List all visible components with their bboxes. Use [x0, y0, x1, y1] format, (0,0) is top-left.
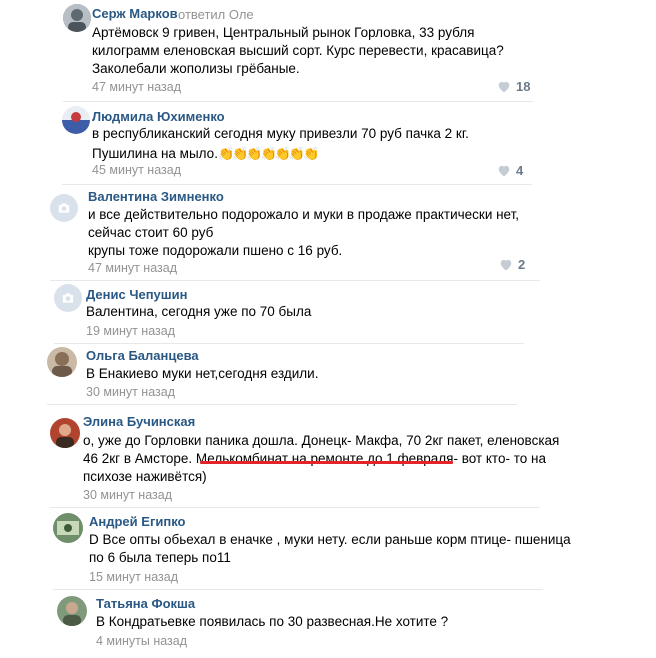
comment-separator [53, 589, 543, 590]
comment-text-line: Заколебали жополизы грёбаные. [92, 61, 300, 76]
comment-text-line: о, уже до Горловки паника дошла. Донецк-… [83, 433, 560, 448]
comment-text-line: в республиканский сегодня муку привезли … [92, 126, 469, 141]
comment-text-line: Пушилина на мыло.👏👏👏👏👏👏👏 [92, 145, 319, 163]
heart-icon [498, 81, 510, 93]
avatar[interactable] [50, 418, 80, 448]
comment-separator [50, 280, 540, 281]
comment-text-line: сейчас стоит 60 руб [88, 225, 214, 240]
like-button[interactable]: 4 [497, 163, 523, 178]
comment-author[interactable]: Элина Бучинская [83, 414, 195, 429]
comment-text-line: D Все опты обьехал в еначке , муки нету.… [89, 532, 571, 547]
comment-author[interactable]: Серж Марков [92, 6, 178, 21]
comment-timestamp[interactable]: 47 минут назад [92, 80, 181, 94]
user-photo-icon [47, 347, 77, 377]
comment-author[interactable]: Андрей Египко [89, 514, 185, 529]
avatar[interactable] [63, 4, 91, 32]
reply-to-label[interactable]: ответил Оле [178, 7, 254, 22]
comment-timestamp[interactable]: 30 минут назад [86, 385, 175, 399]
comment-separator [62, 184, 532, 185]
like-button[interactable]: 2 [499, 257, 525, 272]
avatar[interactable] [53, 513, 83, 543]
comment-author[interactable]: Татьяна Фокша [96, 596, 195, 611]
comment-text-line: психозе наживётся) [83, 469, 207, 484]
comment-timestamp[interactable]: 45 минут назад [92, 163, 181, 177]
like-count: 4 [516, 163, 524, 178]
clapping-hands-emoji: 👏👏👏👏👏👏👏 [217, 146, 319, 161]
comment-author[interactable]: Денис Чепушин [86, 287, 187, 302]
comment-text-line: по 6 была теперь по11 [89, 550, 231, 565]
camera-icon [58, 203, 70, 213]
comment-text-line: В Енакиево муки нет,сегодня ездили. [86, 366, 319, 381]
avatar[interactable] [50, 194, 78, 222]
heart-icon [498, 165, 510, 177]
comment-timestamp[interactable]: 30 минут назад [83, 488, 172, 502]
user-photo-icon [63, 4, 91, 32]
comment-timestamp[interactable]: 4 минуты назад [96, 634, 187, 648]
like-count: 18 [516, 79, 531, 94]
comment-author[interactable]: Людмила Юхименко [92, 109, 225, 124]
comment-timestamp[interactable]: 15 минут назад [89, 570, 178, 584]
comment-separator [63, 101, 533, 102]
user-photo-icon [57, 596, 87, 626]
comment-timestamp[interactable]: 47 минут назад [88, 261, 177, 275]
avatar[interactable] [57, 596, 87, 626]
comment-text-line: 46 2кг в Амсторе. Мелькомбинат на ремонт… [83, 451, 546, 466]
like-count: 2 [518, 257, 526, 272]
comment-text: Пушилина на мыло. [92, 146, 218, 161]
heart-icon [500, 259, 512, 271]
avatar[interactable] [47, 347, 77, 377]
comment-text-line: килограмм еленовская высший сорт. Курс п… [92, 43, 504, 58]
comment-separator [50, 507, 540, 508]
like-button[interactable]: 18 [497, 79, 530, 94]
comment-text-line: В Кондратьевке появилась по 30 развесная… [96, 614, 449, 629]
user-photo-icon [53, 513, 83, 543]
comment-separator [54, 343, 524, 344]
comment-text-line: Артёмовск 9 гривен, Центральный рынок Го… [92, 25, 475, 40]
user-photo-icon [62, 106, 90, 134]
camera-icon [62, 293, 74, 303]
avatar[interactable] [62, 106, 90, 134]
comment-timestamp[interactable]: 19 минут назад [86, 324, 175, 338]
user-photo-icon [50, 418, 80, 448]
comment-author[interactable]: Ольга Баланцева [86, 348, 199, 363]
red-underline-annotation [200, 461, 453, 464]
comment-text-line: Валентина, сегодня уже по 70 была [86, 304, 312, 319]
comment-author[interactable]: Валентина Зимненко [88, 189, 224, 204]
avatar[interactable] [54, 284, 82, 312]
comment-separator [47, 404, 517, 405]
comment-text-line: крупы тоже подорожали пшено с 16 руб. [88, 243, 343, 258]
comment-text-line: и все действительно подорожало и муки в … [88, 207, 520, 222]
